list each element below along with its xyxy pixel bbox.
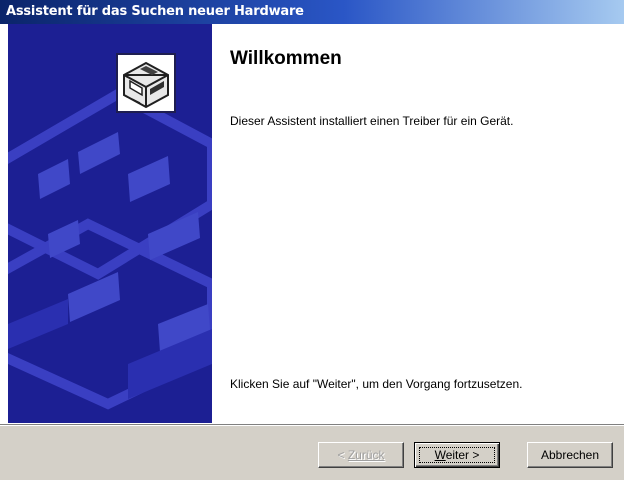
- continue-instruction: Klicken Sie auf "Weiter", um den Vorgang…: [230, 377, 523, 391]
- wizard-window: Assistent für das Suchen neuer Hardware: [0, 0, 624, 480]
- title-bar[interactable]: Assistent für das Suchen neuer Hardware: [0, 0, 624, 24]
- next-label: eiter >: [445, 448, 480, 462]
- cancel-button[interactable]: Abbrechen: [527, 442, 613, 468]
- back-button[interactable]: < Zurück: [318, 442, 404, 468]
- back-prefix: <: [337, 448, 348, 462]
- window-title: Assistent für das Suchen neuer Hardware: [6, 4, 304, 19]
- wizard-description: Dieser Assistent installiert einen Treib…: [230, 114, 514, 128]
- side-watermark-panel: [8, 24, 212, 423]
- back-label: Zurück: [347, 448, 385, 462]
- hardware-wizard-watermark-icon: [8, 24, 212, 423]
- next-mnemonic: W: [434, 448, 446, 462]
- page-heading: Willkommen: [230, 48, 342, 69]
- next-button[interactable]: Weiter >: [414, 442, 500, 468]
- hardware-drive-icon: [116, 53, 176, 113]
- button-bar: < Zurück Weiter > Abbrechen: [0, 424, 624, 480]
